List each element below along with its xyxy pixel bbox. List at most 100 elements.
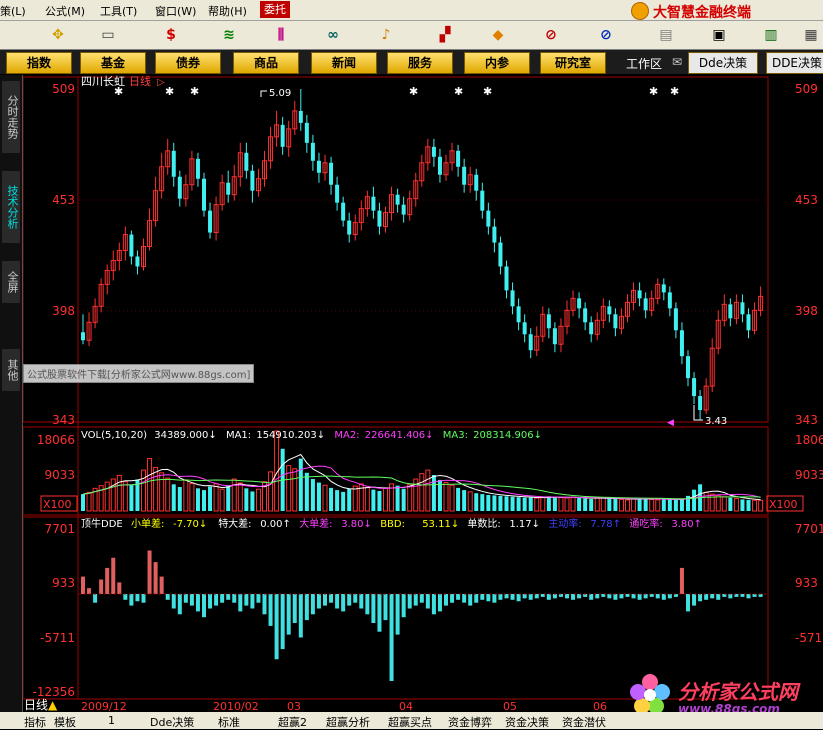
mail-icon[interactable]: ✉ bbox=[672, 55, 682, 69]
tab-fullscreen[interactable]: 全屏 bbox=[2, 261, 20, 303]
tab-fund-decision[interactable]: 资金决策 bbox=[505, 714, 549, 730]
stock-chart[interactable]: ✱ ✱ ✱ ✱ ✱ ✱ ✱ ✱ 509 453 398 343 509 453 398 343… bbox=[23, 75, 823, 712]
menu-window[interactable]: 窗口(W) bbox=[155, 3, 196, 19]
volume-bar-down bbox=[226, 485, 231, 511]
tab-indicator[interactable]: 指标 bbox=[24, 714, 46, 730]
dde-bar-negative bbox=[710, 594, 715, 599]
xaxis-label-2010-02: 2010/02 bbox=[213, 700, 259, 712]
nav-insider-button[interactable]: 内参 bbox=[464, 52, 530, 74]
tab-1[interactable]: 1 bbox=[108, 714, 115, 727]
volume-bar-down bbox=[129, 485, 134, 511]
dde-bar-negative bbox=[462, 594, 467, 603]
cursor-marker-icon: ◀ bbox=[667, 418, 674, 428]
chart-pattern-icon[interactable]: ≋ bbox=[218, 25, 240, 45]
nav-research-button[interactable]: 研究室 bbox=[540, 52, 606, 74]
dde-bar-negative bbox=[456, 594, 461, 600]
tab-technical[interactable]: 技术分析 bbox=[2, 171, 20, 243]
event-star-icon: ✱ bbox=[670, 85, 679, 98]
nav-fund-button[interactable]: 基金 bbox=[80, 52, 146, 74]
menu-formula[interactable]: 公式(M) bbox=[45, 3, 85, 19]
menu-strategy[interactable]: 策(L) bbox=[0, 3, 26, 19]
candle-body-down bbox=[740, 302, 745, 315]
menu-help[interactable]: 帮助(H) bbox=[208, 3, 247, 19]
dde-bar-positive bbox=[99, 579, 104, 594]
volume-bar-up bbox=[383, 487, 388, 512]
ruler-icon[interactable]: ▭ bbox=[97, 25, 119, 45]
menu-delegate[interactable]: 委托 bbox=[260, 1, 290, 18]
dde-tick-max-right: 7701 bbox=[795, 522, 823, 536]
candle-body-down bbox=[552, 328, 557, 345]
document-icon[interactable]: ▤ bbox=[655, 25, 677, 45]
candle-body-down bbox=[377, 210, 382, 227]
volume-bar-down bbox=[171, 484, 176, 511]
volume-bar-up bbox=[758, 499, 764, 512]
tab-super-analysis[interactable]: 超赢分析 bbox=[326, 714, 370, 730]
analysis-icon[interactable]: ⊘ bbox=[540, 25, 562, 45]
dollar-icon[interactable]: $ bbox=[160, 25, 182, 45]
up-triangle-icon[interactable]: ▲ bbox=[48, 698, 57, 712]
ma3-label: MA3: bbox=[443, 430, 468, 441]
period-arrow-icon[interactable]: ▷ bbox=[157, 77, 165, 88]
nav-bond-button[interactable]: 债券 bbox=[155, 52, 221, 74]
dde-bar-negative bbox=[226, 594, 231, 600]
dde-bar-negative bbox=[353, 594, 358, 603]
volume-bar-up bbox=[558, 497, 564, 512]
tab-intraday[interactable]: 分时走势 bbox=[2, 81, 20, 153]
dde-indicator-label: 单数比: bbox=[467, 517, 500, 530]
volume-bar-down bbox=[250, 491, 255, 511]
nav-news-button[interactable]: 新闻 bbox=[311, 52, 377, 74]
dde-bar-negative bbox=[316, 594, 321, 609]
dde-bar-negative bbox=[450, 594, 455, 603]
globe-icon[interactable]: ⊘ bbox=[595, 25, 617, 45]
candle-body-down bbox=[480, 190, 485, 211]
volume-bar-up bbox=[141, 469, 146, 512]
dde-bar-negative bbox=[347, 594, 352, 606]
dde-bar-negative bbox=[704, 594, 709, 600]
candle-body-down bbox=[244, 152, 249, 171]
dde-indicator-label: 小单差: bbox=[131, 517, 164, 530]
tab-super-buy[interactable]: 超赢买点 bbox=[388, 714, 432, 730]
brand-text: 大智慧金融终端 bbox=[653, 5, 751, 21]
volume-bar-down bbox=[510, 496, 515, 511]
dde-tick-max-left: 7701 bbox=[44, 522, 75, 536]
nav-service-button[interactable]: 服务 bbox=[387, 52, 453, 74]
dde-bar-negative bbox=[189, 594, 194, 606]
dde-decision-button[interactable]: Dde决策 bbox=[688, 52, 758, 74]
tab-super2[interactable]: 超赢2 bbox=[278, 714, 307, 730]
tab-dde-decision[interactable]: Dde决策 bbox=[150, 714, 194, 730]
watermark-text: 公式股票软件下载[分析家公式网www.88gs.com] bbox=[23, 364, 255, 383]
diamond-icon[interactable]: ◆ bbox=[487, 25, 509, 45]
dde-bar-negative bbox=[129, 594, 134, 606]
dde-indicator-value: 7.78↑ bbox=[590, 519, 621, 530]
dde-bar-negative bbox=[250, 594, 255, 609]
move-icon[interactable]: ✥ bbox=[47, 25, 69, 45]
tab-standard[interactable]: 标准 bbox=[218, 714, 240, 730]
dde-indicators: 小单差: -7.70↓ 特大差: 0.00↑ 大单差: 3.80↓ BBD: 53.11↓ 单数… bbox=[131, 517, 702, 530]
volume-bar-up bbox=[268, 471, 274, 512]
bell-icon[interactable]: ♪ bbox=[375, 25, 397, 45]
candle-body-down bbox=[329, 162, 334, 185]
candle-body-down bbox=[135, 256, 140, 267]
volume-bar-up bbox=[116, 474, 122, 512]
menu-tools[interactable]: 工具(T) bbox=[100, 3, 137, 19]
workspace-label[interactable]: 工作区 bbox=[626, 55, 662, 72]
volume-label: VOL(5,10,20) bbox=[81, 430, 147, 441]
books-icon[interactable]: ▥ bbox=[760, 25, 782, 45]
dde-bar-negative bbox=[480, 594, 485, 600]
more-icon[interactable]: ▦ bbox=[800, 25, 822, 45]
nav-commodity-button[interactable]: 商品 bbox=[233, 52, 299, 74]
bar-icon[interactable]: ⫼ bbox=[270, 25, 292, 45]
dde-tick-zero-left: 933 bbox=[52, 576, 75, 590]
tab-fund-lurk[interactable]: 资金潜伏 bbox=[562, 714, 606, 730]
binoculars-icon[interactable]: ∞ bbox=[322, 25, 344, 45]
nav-index-button[interactable]: 指数 bbox=[6, 52, 72, 74]
window-icon[interactable]: ▣ bbox=[708, 25, 730, 45]
tab-other[interactable]: 其他 bbox=[2, 349, 20, 391]
dde-bar-negative bbox=[183, 594, 188, 603]
dde-decision-button-2[interactable]: DDE决策 bbox=[766, 52, 823, 74]
tab-fund-game[interactable]: 资金博弈 bbox=[448, 714, 492, 730]
tab-template[interactable]: 模板 bbox=[54, 714, 76, 730]
chart-icon[interactable]: ▞ bbox=[434, 25, 456, 45]
volume-header: VOL(5,10,20) 34389.000↓ MA1: 154910.203↓… bbox=[81, 430, 542, 441]
dde-bar-negative bbox=[298, 594, 303, 638]
